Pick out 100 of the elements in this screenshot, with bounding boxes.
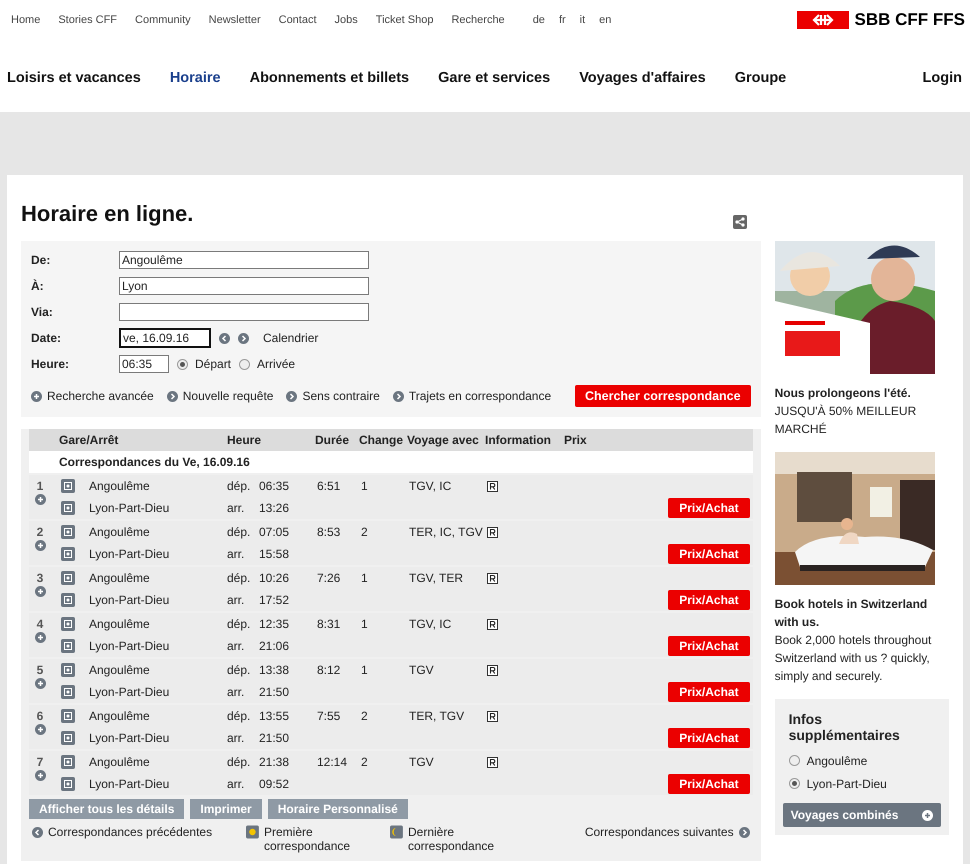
station-name: Angoulême	[89, 571, 151, 585]
language-link[interactable]: en	[599, 14, 612, 44]
changes-count: 1	[361, 663, 369, 677]
form-link[interactable]: Recherche avancée	[31, 389, 154, 403]
train-types: TER, TGV	[409, 709, 466, 723]
first-connection-link[interactable]: Première correspondance	[246, 825, 356, 853]
login-link[interactable]: Login	[922, 70, 962, 86]
main-nav-item[interactable]: Groupe	[734, 70, 786, 86]
main-nav-item[interactable]: Horaire	[170, 70, 221, 86]
top-nav-link[interactable]: Newsletter	[208, 14, 261, 44]
price-button[interactable]: Prix/Achat	[668, 728, 750, 748]
arrival-time: 21:50	[259, 685, 290, 699]
top-nav-link[interactable]: Contact	[278, 14, 317, 44]
connection-row[interactable]: 1 Angoulême dép. 06:35 6:51 1 TGV, IC Lyon-Part-Dieu arr. 13:26 Prix/Achat	[29, 475, 753, 519]
calendar-link[interactable]: Calendrier	[263, 331, 318, 345]
column-header: Information	[485, 433, 552, 447]
promo-text: Book 2,000 hotels throughout Switzerland with us ? quickly, simply and securely.	[774, 632, 932, 685]
station-option[interactable]: Angoulême	[782, 749, 941, 772]
expand-icon[interactable]	[34, 586, 46, 597]
expand-icon[interactable]	[34, 724, 46, 735]
duration: 7:55	[317, 709, 342, 723]
panel-title: Infos supplémentaires	[788, 711, 901, 743]
station-icon	[61, 501, 75, 515]
station-option[interactable]: Lyon-Part-Dieu	[782, 772, 941, 795]
column-header: Gare/Arrêt	[59, 433, 120, 447]
station-icon	[61, 525, 75, 539]
column-header: Prix	[564, 433, 587, 447]
top-nav-link[interactable]: Home	[11, 14, 40, 44]
time-field[interactable]: 06:35	[119, 355, 169, 373]
time-label: arr.	[227, 685, 246, 699]
train-types: TGV	[409, 663, 435, 677]
row-number: 3	[36, 572, 44, 585]
expand-icon[interactable]	[34, 678, 46, 689]
departure-time: 13:38	[259, 663, 290, 677]
next-icon[interactable]	[238, 332, 249, 344]
text-field[interactable]: Angoulême	[119, 251, 369, 269]
text-field[interactable]	[119, 303, 369, 321]
connection-row[interactable]: 6 Angoulême dép. 13:55 7:55 2 TER, TGV Lyon-Part-Dieu arr. 21:50 Prix/Achat	[29, 705, 753, 749]
text-field[interactable]: Lyon	[119, 277, 369, 295]
form-link[interactable]: Sens contraire	[286, 389, 380, 403]
main-nav-item[interactable]: Abonnements et billets	[250, 70, 410, 86]
last-connection-link[interactable]: Dernière correspondance	[390, 825, 500, 853]
connection-row[interactable]: 3 Angoulême dép. 10:26 7:26 1 TGV, TER Lyon-Part-Dieu arr. 17:52 Prix/Achat	[29, 567, 753, 611]
previous-icon[interactable]	[219, 332, 230, 344]
expand-icon[interactable]	[34, 632, 46, 643]
bullet-icon	[31, 390, 42, 402]
station-name: Angoulême	[89, 709, 151, 723]
next-link[interactable]: Correspondances suivantes	[584, 825, 750, 839]
departure-time: 13:55	[259, 709, 290, 723]
reservation-icon	[487, 710, 498, 722]
top-nav-link[interactable]: Recherche	[451, 14, 505, 44]
station-name: Angoulême	[89, 525, 151, 539]
radio-option[interactable]: Départ	[177, 357, 232, 371]
promo-title[interactable]: Nous prolongeons l'été.	[774, 384, 949, 402]
language-link[interactable]: de	[532, 14, 545, 44]
price-button[interactable]: Prix/Achat	[668, 636, 750, 656]
previous-link[interactable]: Correspondances précédentes	[32, 825, 212, 839]
date-field[interactable]: ve, 16.09.16	[119, 328, 211, 348]
promo-title[interactable]: Book hotels in Switzerland with us.	[774, 595, 949, 631]
time-label: dép.	[227, 663, 252, 677]
price-button[interactable]: Prix/Achat	[668, 682, 750, 702]
duration: 8:53	[317, 525, 342, 539]
language-link[interactable]: it	[580, 14, 586, 44]
reservation-icon	[487, 618, 498, 630]
price-button[interactable]: Prix/Achat	[668, 544, 750, 564]
bullet-icon	[286, 390, 298, 402]
top-nav-link[interactable]: Stories CFF	[58, 14, 118, 44]
sun-icon	[246, 825, 259, 839]
time-label: dép.	[227, 571, 252, 585]
connection-row[interactable]: 5 Angoulême dép. 13:38 8:12 1 TGV Lyon-Part-Dieu arr. 21:50 Prix/Achat	[29, 659, 753, 703]
price-button[interactable]: Prix/Achat	[668, 498, 750, 518]
form-link[interactable]: Nouvelle requête	[166, 389, 274, 403]
reservation-icon	[487, 756, 498, 768]
share-icon[interactable]	[732, 215, 747, 229]
main-nav-item[interactable]: Gare et services	[438, 70, 550, 86]
arrival-time: 21:06	[259, 639, 290, 653]
expand-icon[interactable]	[34, 770, 46, 781]
language-link[interactable]: fr	[558, 14, 566, 44]
connection-row[interactable]: 2 Angoulême dép. 07:05 8:53 2 TER, IC, TGV Lyon-Part-Dieu arr. 15:58 Prix/Achat	[29, 521, 753, 565]
accordion-button[interactable]: Voyages combinés	[782, 803, 941, 827]
radio-option[interactable]: Arrivée	[239, 357, 296, 371]
field-label: Heure:	[31, 357, 70, 371]
connection-row[interactable]: 7 Angoulême dép. 21:38 12:14 2 TGV Lyon-Part-Dieu arr. 09:52 Prix/Achat	[29, 751, 753, 795]
main-nav-item[interactable]: Voyages d'affaires	[579, 70, 706, 86]
price-button[interactable]: Prix/Achat	[668, 590, 750, 610]
previous-icon	[32, 826, 43, 838]
row-number: 7	[36, 756, 44, 769]
search-button[interactable]: Chercher correspondance	[574, 385, 751, 407]
expand-icon[interactable]	[34, 540, 46, 551]
connection-row[interactable]: 4 Angoulême dép. 12:35 8:31 1 TGV, IC Lyon-Part-Dieu arr. 21:06 Prix/Achat	[29, 613, 753, 657]
row-number: 2	[36, 526, 44, 539]
top-nav-link[interactable]: Ticket Shop	[376, 14, 434, 44]
arrival-time: 13:26	[259, 501, 290, 515]
top-nav-link[interactable]: Community	[135, 14, 191, 44]
main-nav-item[interactable]: Loisirs et vacances	[7, 70, 141, 86]
form-link[interactable]: Trajets en correspondance	[392, 389, 552, 403]
expand-icon[interactable]	[34, 494, 46, 505]
top-nav-link[interactable]: Jobs	[334, 14, 358, 44]
changes-count: 2	[361, 525, 369, 539]
price-button[interactable]: Prix/Achat	[668, 774, 750, 794]
